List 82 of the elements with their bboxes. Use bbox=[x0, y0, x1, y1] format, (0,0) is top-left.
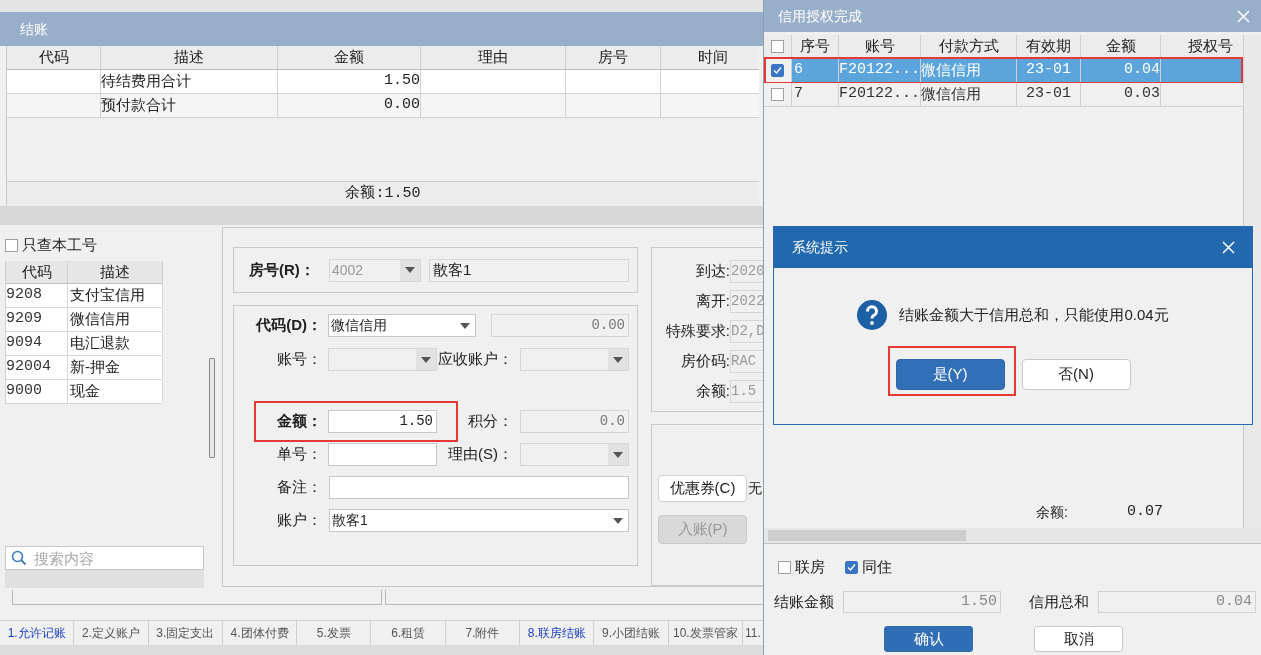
splitter-bar[interactable] bbox=[0, 206, 765, 225]
checkbox[interactable] bbox=[771, 88, 784, 101]
list-row[interactable]: 9000 现金 bbox=[6, 380, 162, 404]
checkbox-label[interactable]: 联房 bbox=[795, 555, 825, 579]
column-header[interactable]: 描述 bbox=[68, 261, 163, 284]
scrollbar-track[interactable] bbox=[5, 570, 204, 588]
field-label: 理由(S)： bbox=[447, 444, 513, 465]
table-cell: 待结费用合计 bbox=[101, 70, 278, 93]
balance-label: 余额: bbox=[1036, 502, 1068, 522]
field-label: 金额： bbox=[276, 411, 322, 432]
caret-icon bbox=[405, 267, 415, 273]
field-label: 账号： bbox=[276, 349, 322, 370]
column-header[interactable]: 描述 bbox=[101, 46, 278, 69]
window-title: 结账 bbox=[20, 19, 48, 39]
dialog-title: 系统提示 bbox=[792, 238, 848, 257]
question-icon bbox=[857, 300, 888, 330]
checkbox[interactable] bbox=[778, 560, 791, 574]
caret-icon bbox=[613, 356, 623, 363]
dropdown[interactable]: 散客1 bbox=[329, 509, 629, 532]
checkbox[interactable] bbox=[845, 560, 858, 574]
field-label: 单号： bbox=[276, 444, 322, 465]
dialog-message: 结账金额大于信用总和，只能使用0.04元 bbox=[899, 304, 1169, 325]
search-field[interactable]: 搜索内容 bbox=[5, 546, 204, 570]
field-label: 积分： bbox=[467, 411, 513, 432]
table-cell: 1.50 bbox=[278, 70, 421, 93]
confirm-button[interactable]: 确认 bbox=[884, 626, 973, 652]
field-label: 备注： bbox=[276, 477, 322, 498]
input-field[interactable] bbox=[329, 476, 629, 499]
checkbox[interactable] bbox=[771, 40, 784, 53]
input-field[interactable] bbox=[328, 443, 437, 466]
checkbox[interactable] bbox=[5, 238, 18, 252]
field-label: 账户： bbox=[276, 510, 322, 531]
coupon-status: 无 bbox=[748, 478, 762, 498]
splitter-handle[interactable] bbox=[209, 357, 215, 458]
field-label: 余额: bbox=[694, 380, 730, 401]
column-header[interactable]: 金额 bbox=[278, 46, 421, 69]
checkbox-label[interactable]: 同住 bbox=[862, 555, 892, 579]
search-icon bbox=[11, 550, 27, 566]
field-label: 应收账户： bbox=[437, 349, 513, 370]
field-label: 特殊要求: bbox=[664, 320, 730, 341]
checkbox[interactable] bbox=[771, 64, 784, 77]
field-label: 到达: bbox=[694, 260, 730, 281]
caret-icon bbox=[421, 356, 431, 363]
checkbox-label[interactable]: 只查本工号 bbox=[22, 233, 97, 257]
table-row[interactable]: 7 F20122...微信信用 23-01 0.03 bbox=[764, 83, 1243, 107]
column-header[interactable]: 代码 bbox=[7, 46, 101, 69]
field-label: 信用总和 bbox=[1029, 591, 1090, 612]
cancel-button[interactable]: 取消 bbox=[1034, 626, 1123, 652]
caret-icon bbox=[460, 322, 470, 329]
input-field[interactable]: 0.0 bbox=[520, 410, 629, 433]
caret-icon bbox=[613, 517, 623, 524]
list-row[interactable]: 9094 电汇退款 bbox=[6, 332, 162, 356]
list-row[interactable]: 9208 支付宝信用 bbox=[6, 284, 162, 308]
column-header[interactable]: 金额 bbox=[1081, 35, 1161, 58]
dropdown[interactable]: 微信信用 bbox=[328, 314, 476, 337]
field-label: 房号(R)： bbox=[249, 259, 316, 280]
list-row[interactable]: 9209 微信信用 bbox=[6, 308, 162, 332]
column-header[interactable]: 账号 bbox=[839, 35, 921, 58]
column-header[interactable]: 序号 bbox=[792, 35, 839, 58]
column-header[interactable]: 有效期 bbox=[1017, 35, 1081, 58]
yes-button[interactable]: 是(Y) bbox=[895, 359, 1005, 390]
balance-value: 0.07 bbox=[1126, 501, 1163, 522]
input-field[interactable]: 0.00 bbox=[491, 314, 629, 337]
field-label: 结账金额 bbox=[774, 591, 835, 612]
field-label: 房价码: bbox=[679, 350, 730, 371]
column-header[interactable]: 付款方式 bbox=[921, 35, 1017, 58]
input-field[interactable]: 1.50 bbox=[328, 410, 437, 433]
column-header[interactable]: 代码 bbox=[6, 261, 68, 284]
table-cell: 0.00 bbox=[278, 94, 421, 117]
scrollbar-thumb[interactable] bbox=[768, 530, 966, 541]
scrollbar-track[interactable] bbox=[12, 590, 382, 605]
coupon-button[interactable]: 优惠券(C) bbox=[658, 474, 747, 502]
table-cell: 预付款合计 bbox=[101, 94, 278, 117]
field-label: 离开: bbox=[694, 290, 730, 311]
no-button[interactable]: 否(N) bbox=[1021, 359, 1131, 390]
window-title: 信用授权完成 bbox=[778, 6, 862, 26]
list-row[interactable]: 92004 新-押金 bbox=[6, 356, 162, 380]
balance-label: 余额:1.50 bbox=[345, 183, 421, 204]
field-label: 代码(D)： bbox=[255, 315, 322, 336]
column-header[interactable]: 理由 bbox=[421, 46, 566, 69]
caret-icon bbox=[613, 451, 623, 458]
column-header[interactable]: 房号 bbox=[566, 46, 661, 69]
